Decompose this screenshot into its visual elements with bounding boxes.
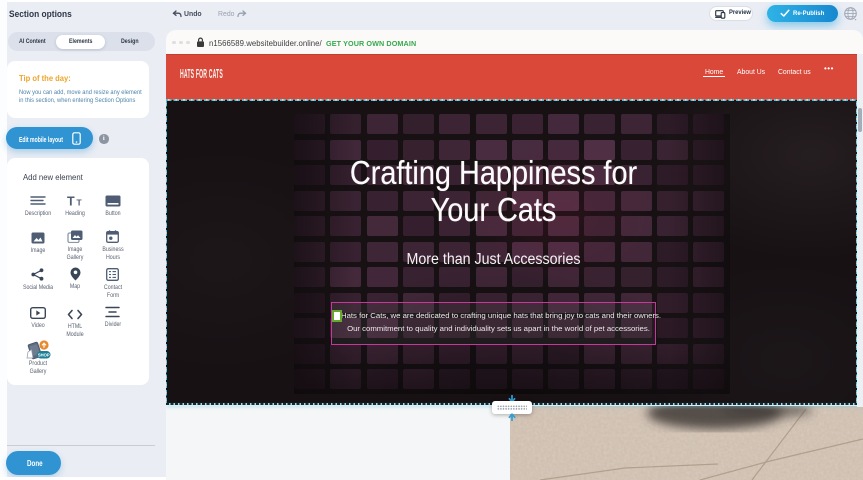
- svg-text:T: T: [76, 198, 82, 208]
- svg-text:T: T: [67, 195, 75, 207]
- svg-text:SHOP: SHOP: [37, 352, 49, 357]
